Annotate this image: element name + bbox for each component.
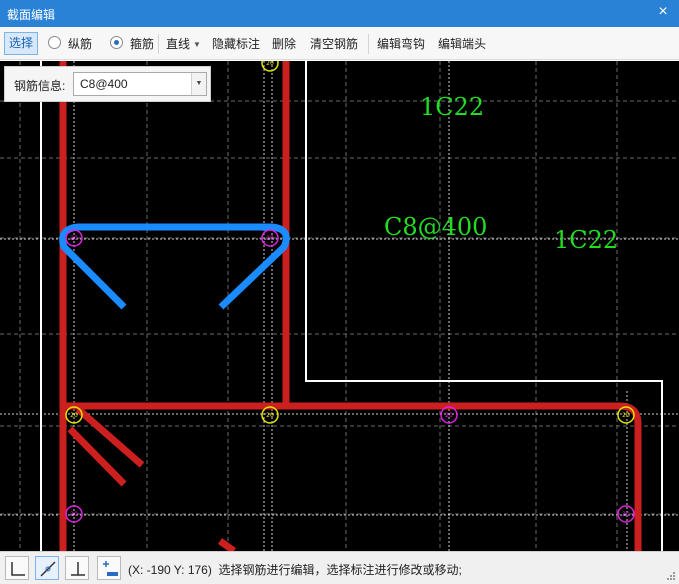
red-stirrups[interactable] xyxy=(59,61,642,551)
toolbar: 选择 纵筋 箍筋 直线 ▼ 隐藏标注 删除 清空钢筋 编辑弯钩 编辑端头 xyxy=(0,27,679,60)
clear-rebar-button[interactable]: 清空钢筋 xyxy=(310,35,358,53)
status-text: (X: -190 Y: 176) 选择钢筋进行编辑，选择标注进行修改或移动; xyxy=(128,561,462,578)
rebar-info-panel: 钢筋信息: C8@400 ▼ xyxy=(4,66,211,102)
perpendicular-snap-icon xyxy=(71,562,85,576)
drawing-canvas[interactable]: 20 20 20 20 20 20 20 20 20 1C22 C8@400 1… xyxy=(0,61,679,551)
point-marker-label: 20 xyxy=(70,511,78,518)
annotation-right[interactable]: 1C22 xyxy=(554,226,618,254)
rebar-info-value[interactable]: C8@400 xyxy=(80,77,128,91)
hide-labels-button[interactable]: 隐藏标注 xyxy=(212,35,260,53)
toolbar-separator xyxy=(368,34,369,54)
edit-hook-button[interactable]: 编辑弯钩 xyxy=(377,35,425,53)
rebar-info-combobox[interactable]: C8@400 ▼ xyxy=(73,72,207,96)
status-bar: (X: -190 Y: 176) 选择钢筋进行编辑，选择标注进行修改或移动; xyxy=(0,551,679,584)
corner-snap-icon xyxy=(11,562,25,576)
section-outline-right xyxy=(305,61,663,551)
annotation-stirrup[interactable]: C8@400 xyxy=(384,213,487,241)
line-type-label: 直线 xyxy=(166,37,191,51)
point-marker-label: 20 xyxy=(445,412,453,419)
corner-snap-button[interactable] xyxy=(5,556,29,580)
point-marker-label: 20 xyxy=(266,235,274,242)
toolbar-separator xyxy=(158,34,159,54)
add-offset-icon xyxy=(103,561,118,576)
diagonal-snap-icon xyxy=(40,561,56,577)
edit-end-button[interactable]: 编辑端头 xyxy=(438,35,486,53)
rebar-points xyxy=(65,61,635,523)
select-button[interactable]: 选择 xyxy=(4,32,39,55)
title-bar: 截面编辑 × xyxy=(0,0,679,27)
line-type-dropdown[interactable]: 直线 ▼ xyxy=(166,35,201,53)
diagonal-snap-button[interactable] xyxy=(35,556,59,580)
point-marker-label: 20 xyxy=(70,412,78,419)
delete-button[interactable]: 删除 xyxy=(272,35,296,53)
longitudinal-radio[interactable] xyxy=(48,36,61,49)
resize-grip-icon[interactable] xyxy=(666,571,676,581)
stirrup-label[interactable]: 箍筋 xyxy=(130,35,154,53)
close-icon[interactable]: × xyxy=(655,3,671,21)
cursor-coordinates: (X: -190 Y: 176) xyxy=(128,563,212,577)
status-message: 选择钢筋进行编辑，选择标注进行修改或移动; xyxy=(218,563,462,577)
rebar-info-label: 钢筋信息: xyxy=(14,79,66,93)
annotations: 1C22 C8@400 1C22 xyxy=(384,93,618,254)
perpendicular-snap-button[interactable] xyxy=(65,556,89,580)
point-marker-label: 20 xyxy=(622,412,630,419)
section-drawing[interactable]: 20 20 20 20 20 20 20 20 20 1C22 C8@400 1… xyxy=(0,61,679,551)
window-title: 截面编辑 xyxy=(7,8,56,22)
chevron-down-icon[interactable]: ▼ xyxy=(191,73,206,95)
annotation-top[interactable]: 1C22 xyxy=(420,93,484,121)
rebar-point-labels: 20 20 20 20 20 20 20 20 20 xyxy=(70,61,630,518)
point-marker-label: 20 xyxy=(622,511,630,518)
point-marker-label: 20 xyxy=(266,412,274,419)
rebar-axis-lines xyxy=(0,61,679,551)
chevron-down-icon: ▼ xyxy=(193,39,201,49)
point-marker-label: 20 xyxy=(266,61,274,67)
add-offset-button[interactable] xyxy=(97,556,121,580)
grid-lines xyxy=(0,61,679,551)
point-marker-label: 20 xyxy=(70,235,78,242)
stirrup-radio[interactable] xyxy=(110,36,123,49)
longitudinal-label[interactable]: 纵筋 xyxy=(68,35,92,53)
